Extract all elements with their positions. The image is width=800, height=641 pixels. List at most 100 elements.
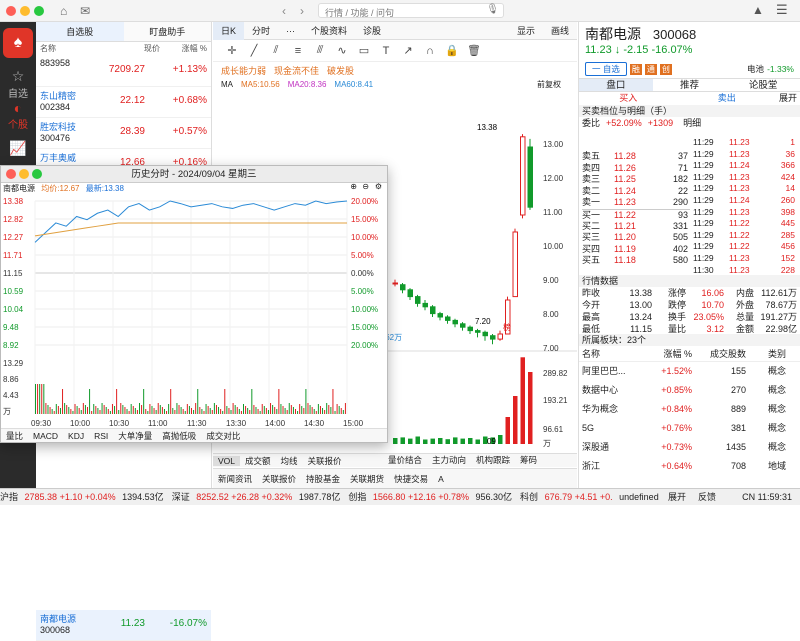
tab-watchlist[interactable]: 自选股 <box>36 22 124 41</box>
intraday-chart[interactable]: 13.38 20.00% 12.82 15.00% 12.27 10.00% 11.71 5.… <box>1 196 387 428</box>
buy-button[interactable]: 买入 <box>579 92 678 105</box>
sell-button[interactable]: 卖出 <box>678 92 777 105</box>
tab-big-order[interactable]: 大单净量 <box>113 429 157 442</box>
back-icon[interactable]: ‹ <box>282 4 286 18</box>
watchlist-row[interactable]: 胜宏科技 300476 28.39 +0.57% <box>36 118 211 149</box>
tab-futures[interactable]: 关联期货 <box>345 473 389 485</box>
bid-row[interactable]: 买一 11.22 93 <box>582 208 690 221</box>
tab-related-quote[interactable]: 关联报价 <box>303 455 347 467</box>
ask-row[interactable]: 卖五 11.28 37 <box>582 151 690 163</box>
tab-institution[interactable]: 机构跟踪 <box>471 454 515 466</box>
index-quote[interactable]: 科创 676.79 +4.51 +0. undefined <box>520 492 663 502</box>
sector-row[interactable]: 阿里巴巴... +1.52% 155 概念 <box>579 362 800 381</box>
tag-ipo-break[interactable]: 破发股 <box>327 64 354 77</box>
home-icon[interactable]: ⌂ <box>60 4 67 18</box>
tab-diagnose[interactable]: 诊股 <box>355 22 389 40</box>
tab-kdj[interactable]: KDJ <box>63 429 89 442</box>
add-watchlist-button[interactable]: 一 自选 <box>585 62 627 76</box>
popup-close-button[interactable] <box>6 169 16 179</box>
expand-status-button[interactable]: 展开 <box>668 489 686 505</box>
tag-growth[interactable]: 成长能力弱 <box>221 64 266 77</box>
side-nav-watchlist[interactable]: ☆ 自选 <box>0 68 36 100</box>
tab-forum[interactable]: 论股堂 <box>726 79 800 91</box>
search-input[interactable]: 行情 / 功能 / 问句 🎙 <box>318 3 504 18</box>
ask-row[interactable]: 卖一 11.23 290 <box>582 197 690 209</box>
tab-amount[interactable]: 成交额 <box>240 455 276 467</box>
channel-tool-icon[interactable]: ⫽ <box>265 44 287 57</box>
bid-row[interactable]: 买三 11.20 505 <box>582 232 690 244</box>
fib-tool-icon[interactable]: ≡ <box>287 45 309 57</box>
side-nav-chart[interactable]: 📈 <box>0 140 36 157</box>
sector-row[interactable]: 浙江 +0.64% 708 地域 <box>579 457 800 476</box>
close-window-button[interactable] <box>6 6 16 16</box>
tab-monitor-assistant[interactable]: 盯盘助手 <box>124 22 212 41</box>
zoom-in-icon[interactable]: ⊕ <box>350 182 357 191</box>
tab-more[interactable]: ··· <box>278 22 303 40</box>
parallel-tool-icon[interactable]: ⫻ <box>309 44 331 57</box>
bid-row[interactable]: 买五 11.18 580 <box>582 255 690 267</box>
ask-row[interactable]: 卖三 11.25 182 <box>582 174 690 186</box>
zoom-out-icon[interactable]: ⊖ <box>362 182 369 191</box>
lock-icon[interactable]: 🔒 <box>441 44 463 57</box>
draw-menu[interactable]: 画线 <box>543 22 577 40</box>
minimize-window-button[interactable] <box>20 6 30 16</box>
sector-row[interactable]: 深股通 +0.73% 1435 概念 <box>579 438 800 457</box>
tab-news[interactable]: 新闻资讯 <box>213 473 257 485</box>
bid-row[interactable]: 买四 11.19 402 <box>582 244 690 256</box>
tab-quick-trade[interactable]: 快捷交易 <box>389 473 433 485</box>
tab-main-force[interactable]: 主力动向 <box>427 454 471 466</box>
settings-icon[interactable]: ⚙ <box>375 182 382 191</box>
sector-row[interactable]: 华为概念 +0.84% 889 概念 <box>579 400 800 419</box>
menu-icon[interactable]: ☰ <box>776 2 788 18</box>
arrow-tool-icon[interactable]: ↗ <box>397 44 419 57</box>
line-tool-icon[interactable]: ╱ <box>243 44 265 57</box>
sector-row[interactable]: 5G +0.76% 381 概念 <box>579 419 800 438</box>
sector-row[interactable]: 数据中心 +0.85% 270 概念 <box>579 381 800 400</box>
tab-orderbook[interactable]: 盘口 <box>579 79 653 91</box>
tab-price-volume[interactable]: 量价结合 <box>383 454 427 466</box>
tab-daily-k[interactable]: 日K <box>213 21 245 40</box>
tab-a[interactable]: A <box>433 474 449 484</box>
index-quote[interactable]: 沪指 2785.38 +1.10 +0.04% 1394.53亿 <box>0 492 168 502</box>
feedback-button[interactable]: 反馈 <box>698 489 716 505</box>
tab-macd[interactable]: MACD <box>28 429 63 442</box>
watchlist-row-selected[interactable]: 南都电源 300068 11.23 -16.07% <box>36 610 211 641</box>
ask-row[interactable]: 卖四 11.26 71 <box>582 163 690 175</box>
tab-volume-ratio[interactable]: 量比 <box>1 429 28 442</box>
tab-stock-info[interactable]: 个股资料 <box>303 22 355 40</box>
tab-vol[interactable]: VOL <box>213 455 241 466</box>
bid-row[interactable]: 买二 11.21 331 <box>582 221 690 233</box>
magnet-icon[interactable]: ∩ <box>419 45 441 57</box>
expand-button[interactable]: 展开 <box>776 92 800 105</box>
tab-intraday[interactable]: 分时 <box>244 22 278 40</box>
tab-chips[interactable]: 筹码 <box>515 454 542 466</box>
tab-rsi[interactable]: RSI <box>89 429 113 442</box>
popup-minimize-button[interactable] <box>19 169 29 179</box>
hat-icon[interactable]: ▲ <box>752 3 764 17</box>
forward-icon[interactable]: › <box>300 4 304 18</box>
adjust-selector[interactable]: 前复权 <box>537 79 561 90</box>
maximize-window-button[interactable] <box>34 6 44 16</box>
wave-tool-icon[interactable]: ∿ <box>331 44 353 57</box>
tag-cashflow[interactable]: 现金流不佳 <box>274 64 319 77</box>
microphone-icon[interactable]: 🎙 <box>486 4 499 15</box>
crosshair-icon[interactable]: ✛ <box>221 44 243 57</box>
ask-row[interactable]: 卖二 11.24 22 <box>582 186 690 198</box>
display-menu[interactable]: 显示 <box>509 22 543 40</box>
tab-ma[interactable]: 均线 <box>276 455 303 467</box>
tab-swing[interactable]: 高抛低吸 <box>157 429 201 442</box>
trash-icon[interactable]: 🗑 <box>463 44 485 57</box>
tab-compare[interactable]: 成交对比 <box>201 429 245 442</box>
popup-maximize-button[interactable] <box>32 169 42 179</box>
index-quote[interactable]: 深证 8252.52 +26.28 +0.32% 1987.78亿 <box>172 492 345 502</box>
tab-funds[interactable]: 持股基金 <box>301 473 345 485</box>
text-tool-icon[interactable]: T <box>375 45 397 57</box>
watchlist-row[interactable]: 883958 7209.27 +1.13% <box>36 56 211 87</box>
mail-icon[interactable]: ✉ <box>80 4 90 18</box>
index-quote[interactable]: 创指 1566.80 +12.16 +0.78% 956.30亿 <box>348 492 516 502</box>
side-nav-stock[interactable]: ◐ 个股 <box>0 100 36 131</box>
tab-recommend[interactable]: 推荐 <box>653 79 727 91</box>
tab-related[interactable]: 关联报价 <box>257 473 301 485</box>
rect-tool-icon[interactable]: ▭ <box>353 44 375 57</box>
watchlist-row[interactable]: 东山精密 002384 22.12 +0.68% <box>36 87 211 118</box>
